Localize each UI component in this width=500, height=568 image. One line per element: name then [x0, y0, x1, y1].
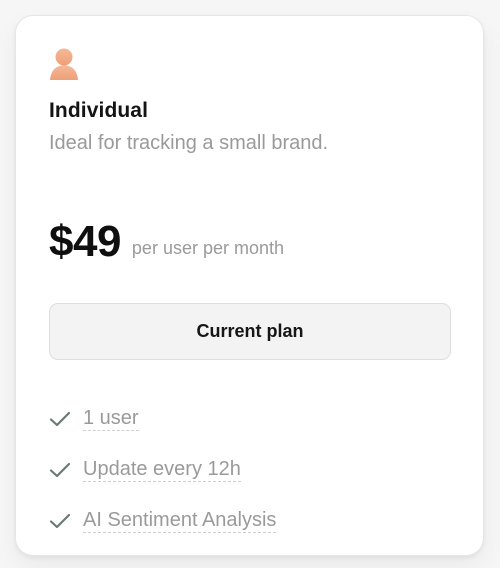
price-period: per user per month	[131, 238, 284, 258]
feature-item: Update every 12h	[49, 444, 276, 495]
check-icon	[49, 513, 71, 528]
feature-label[interactable]: 1 user	[83, 407, 139, 431]
price-row: $49 per user per month	[49, 216, 284, 268]
feature-item: AI Sentiment Analysis	[49, 495, 277, 546]
feature-label[interactable]: Update every 12h	[83, 458, 241, 482]
current-plan-button[interactable]: Current plan	[49, 303, 451, 360]
pricing-card: Individual Ideal for tracking a small br…	[15, 15, 484, 556]
feature-list: 1 user Update every 12h AI Sentiment Ana…	[49, 393, 277, 546]
plan-price: $49	[49, 217, 121, 266]
user-avatar-icon	[50, 48, 78, 80]
check-icon	[49, 411, 71, 426]
plan-name: Individual	[49, 99, 149, 122]
feature-item: 1 user	[49, 393, 276, 444]
feature-label[interactable]: AI Sentiment Analysis	[83, 509, 277, 533]
plan-description: Ideal for tracking a small brand.	[49, 132, 329, 154]
check-icon	[49, 462, 71, 477]
